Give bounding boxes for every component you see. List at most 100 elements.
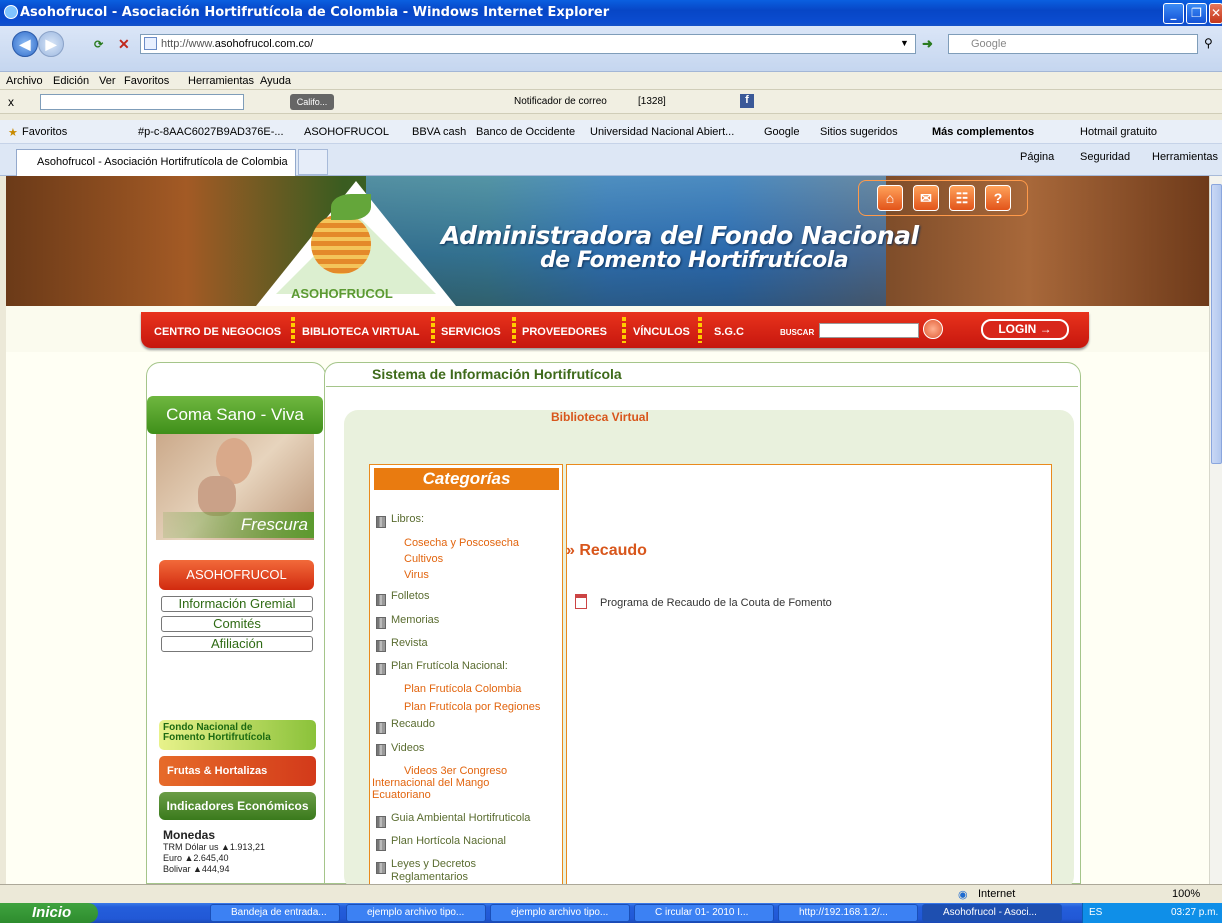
security-menu[interactable]: Seguridad xyxy=(1080,151,1130,163)
login-button[interactable]: LOGIN → xyxy=(981,319,1069,340)
nav-sgc[interactable]: S.G.C xyxy=(714,326,744,338)
menu-ver[interactable]: Ver xyxy=(99,75,116,87)
cat-leyes[interactable]: Leyes y Decretos xyxy=(391,858,476,870)
cat-videos-congreso-2[interactable]: Internacional del Mango xyxy=(372,777,489,789)
cat-videos-congreso-3[interactable]: Ecuatoriano xyxy=(372,789,431,801)
fav-youtube[interactable]: #p-c-8AAC6027B9AD376E-... xyxy=(138,126,284,138)
help-icon[interactable]: ? xyxy=(985,185,1011,211)
status-bar: ◉ Internet 100% xyxy=(0,884,1222,903)
site-search-input[interactable] xyxy=(819,323,919,338)
cat-folletos[interactable]: Folletos xyxy=(391,590,430,602)
start-button[interactable]: Inicio xyxy=(0,903,98,923)
nav-proveedores[interactable]: PROVEEDORES xyxy=(522,326,607,338)
mail-count: [1328] xyxy=(638,96,666,107)
nav-servicios[interactable]: SERVICIOS xyxy=(441,326,501,338)
asohofrucol-button[interactable]: ASOHOFRUCOL xyxy=(159,560,314,590)
tools-menu[interactable]: Herramientas xyxy=(1152,151,1218,163)
fav-hotmail[interactable]: Hotmail gratuito xyxy=(1080,126,1157,138)
new-tab-button[interactable] xyxy=(298,149,328,175)
book-icon xyxy=(376,862,386,874)
cat-guia-ambiental[interactable]: Guia Ambiental Hortifruticola xyxy=(391,812,530,824)
mail-icon[interactable]: ✉ xyxy=(913,185,939,211)
comites-link[interactable]: Comités xyxy=(161,616,313,632)
afiliacion-link[interactable]: Afiliación xyxy=(161,636,313,652)
toolbar-califo[interactable]: Califo... xyxy=(290,94,334,110)
search-input[interactable]: Google xyxy=(948,34,1198,54)
tab-asohofrucol[interactable]: Asohofrucol - Asociación Hortifrutícola … xyxy=(16,149,296,176)
minimize-button[interactable]: _ xyxy=(1163,3,1184,24)
sitemap-icon[interactable]: ☷ xyxy=(949,185,975,211)
scrollbar[interactable] xyxy=(1209,176,1222,884)
logo-sun-icon xyxy=(311,214,371,274)
go-icon[interactable]: ➜ xyxy=(922,36,933,52)
menu-ayuda[interactable]: Ayuda xyxy=(260,75,291,87)
nav-centro-negocios[interactable]: CENTRO DE NEGOCIOS xyxy=(154,326,281,338)
cat-revista[interactable]: Revista xyxy=(391,637,428,649)
task-ejemplo-1[interactable]: ejemplo archivo tipo... xyxy=(346,904,486,922)
fav-unal[interactable]: Universidad Nacional Abiert... xyxy=(590,126,734,138)
fav-bbva[interactable]: BBVA cash xyxy=(412,126,466,138)
informacion-gremial-link[interactable]: Información Gremial xyxy=(161,596,313,612)
coma-sano-banner[interactable]: Coma Sano - Viva Sano xyxy=(147,396,323,462)
back-icon[interactable]: ◀ xyxy=(12,31,38,57)
fav-complementos[interactable]: Más complementos xyxy=(932,126,1034,138)
frutas-hortalizas-button[interactable]: Frutas & Hortalizas xyxy=(159,756,316,786)
menu-favoritos[interactable]: Favoritos xyxy=(124,75,169,87)
logo-leaf-icon xyxy=(331,194,371,220)
fav-asohofrucol[interactable]: ASOHOFRUCOL xyxy=(304,126,389,138)
cat-plan-fruticola[interactable]: Plan Frutícola Nacional: xyxy=(391,660,508,672)
indicadores-button[interactable]: Indicadores Económicos xyxy=(159,792,316,820)
site-search-button[interactable] xyxy=(923,319,943,339)
favorites-label[interactable]: Favoritos xyxy=(22,126,67,138)
fondo-nacional-button[interactable]: Fondo Nacional de Fomento Hortifrutícola xyxy=(159,720,316,750)
nav-biblioteca[interactable]: BIBLIOTECA VIRTUAL xyxy=(302,326,420,338)
address-dropdown-icon[interactable]: ▼ xyxy=(900,38,909,48)
toolbar-search-input[interactable] xyxy=(40,94,244,110)
cat-cosecha[interactable]: Cosecha y Poscosecha xyxy=(404,537,519,549)
document-link[interactable]: Programa de Recaudo de la Couta de Fomen… xyxy=(600,597,832,609)
home-icon[interactable]: ⌂ xyxy=(877,185,903,211)
menu-herramientas[interactable]: Herramientas xyxy=(188,75,254,87)
menu-edicion[interactable]: Edición xyxy=(53,75,89,87)
cat-plan-horticola[interactable]: Plan Hortícola Nacional xyxy=(391,835,506,847)
cat-libros[interactable]: Libros: xyxy=(391,513,424,525)
address-input[interactable]: http://www.asohofrucol.com.co/ xyxy=(140,34,916,54)
maximize-button[interactable]: ❐ xyxy=(1186,3,1207,24)
fav-google[interactable]: Google xyxy=(764,126,799,138)
task-ejemplo-2[interactable]: ejemplo archivo tipo... xyxy=(490,904,630,922)
task-circular[interactable]: C ircular 01- 2010 I... xyxy=(634,904,774,922)
zoom-label[interactable]: 100% xyxy=(1172,888,1200,900)
cat-leyes-cont[interactable]: Reglamentarios xyxy=(391,871,468,883)
task-bandeja[interactable]: Bandeja de entrada... xyxy=(210,904,340,922)
lang-indicator[interactable]: ES xyxy=(1089,903,1102,923)
refresh-icon[interactable]: ⟳ xyxy=(94,38,103,51)
mail-notifier[interactable]: Notificador de correo xyxy=(514,96,607,107)
page-menu[interactable]: Página xyxy=(1020,151,1054,163)
close-button[interactable]: ✕ xyxy=(1209,3,1222,24)
cat-videos-congreso[interactable]: Videos 3er Congreso xyxy=(404,765,507,777)
cat-plan-regiones[interactable]: Plan Frutícola por Regiones xyxy=(404,701,540,713)
cat-plan-colombia[interactable]: Plan Frutícola Colombia xyxy=(404,683,521,695)
menu-archivo[interactable]: Archivo xyxy=(6,75,43,87)
nav-vinculos[interactable]: VÍNCULOS xyxy=(633,326,690,338)
task-http[interactable]: http://192.168.1.2/... xyxy=(778,904,918,922)
tab-label: Asohofrucol - Asociación Hortifrutícola … xyxy=(37,156,288,168)
nav-separator xyxy=(622,317,626,343)
cat-virus[interactable]: Virus xyxy=(404,569,429,581)
search-icon[interactable]: ⚲ xyxy=(1204,36,1213,50)
fav-sugeridos[interactable]: Sitios sugeridos xyxy=(820,126,898,138)
cat-cultivos[interactable]: Cultivos xyxy=(404,553,443,565)
facebook-icon[interactable]: f xyxy=(740,94,754,108)
task-asohofrucol[interactable]: Asohofrucol - Asoci... xyxy=(922,904,1062,922)
book-icon xyxy=(376,640,386,652)
menu-bar: Archivo Edición Ver Favoritos Herramient… xyxy=(0,72,1222,90)
tab-row: Asohofrucol - Asociación Hortifrutícola … xyxy=(0,144,1222,176)
fav-occidente[interactable]: Banco de Occidente xyxy=(476,126,575,138)
toolbar-close[interactable]: x xyxy=(8,95,14,109)
scroll-thumb[interactable] xyxy=(1211,184,1222,464)
forward-icon[interactable]: ▶ xyxy=(38,31,64,57)
cat-memorias[interactable]: Memorias xyxy=(391,614,439,626)
cat-recaudo[interactable]: Recaudo xyxy=(391,718,435,730)
cat-videos[interactable]: Videos xyxy=(391,742,424,754)
stop-icon[interactable]: ✕ xyxy=(118,36,130,53)
